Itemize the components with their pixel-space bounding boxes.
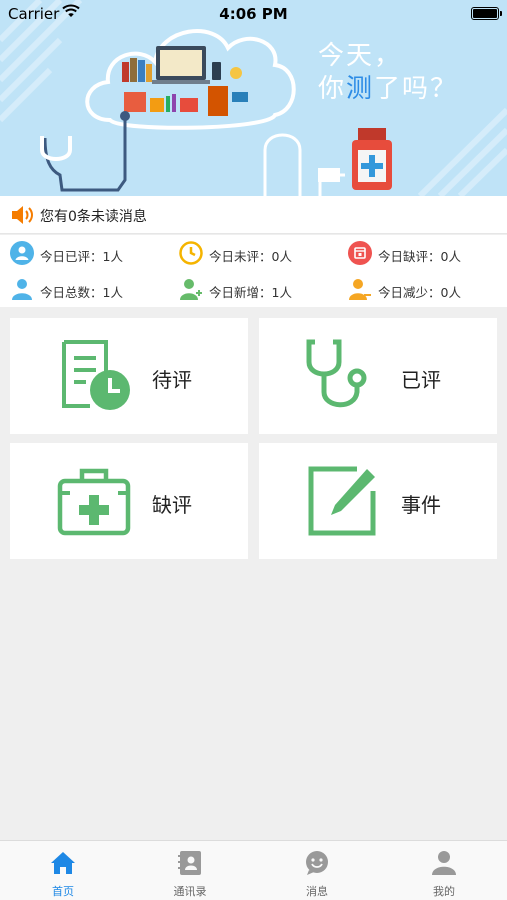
tile-missing[interactable]: 缺评 — [10, 443, 248, 559]
stat-added-label: 今日新增：1人 — [209, 285, 292, 300]
tile-missing-label: 缺评 — [152, 493, 192, 517]
banner-slogan-line1: 今天， — [318, 41, 403, 71]
tab-bar: 首页 通讯录 消息 我的 — [0, 840, 507, 900]
battery-icon — [471, 7, 502, 20]
tab-messages[interactable]: 消息 — [254, 841, 380, 900]
stat-missing-label: 今日缺评：0人 — [378, 249, 461, 264]
slogan-highlight: 测 — [346, 74, 375, 104]
status-bar: Carrier 4:06 PM — [0, 0, 507, 28]
contacts-icon — [178, 851, 201, 875]
user-check-icon — [10, 241, 34, 265]
person-add-icon — [180, 279, 202, 300]
slogan-suffix: 了吗？ — [374, 74, 459, 104]
tab-home[interactable]: 首页 — [0, 841, 126, 900]
tile-event[interactable]: 事件 — [259, 443, 497, 559]
stat-evaluated-label: 今日已评：1人 — [40, 249, 123, 264]
stat-removed-label: 今日减少：0人 — [378, 285, 461, 300]
document-clock-icon — [62, 340, 130, 410]
profile-icon — [432, 851, 456, 875]
tile-event-label: 事件 — [401, 493, 441, 517]
tab-messages-label: 消息 — [306, 885, 328, 898]
tile-pending-label: 待评 — [152, 368, 192, 392]
tab-home-label: 首页 — [52, 885, 74, 898]
clock-icon — [179, 241, 203, 265]
slogan-prefix: 你 — [318, 74, 347, 104]
banner: 今天， 你测了吗？ Carrier 4:06 PM — [0, 0, 507, 196]
tile-evaluated-label: 已评 — [401, 368, 441, 392]
chat-icon — [306, 851, 328, 875]
calendar-icon — [348, 241, 372, 265]
tab-profile-label: 我的 — [433, 885, 455, 898]
person-icon — [12, 279, 32, 300]
daily-stats: 今日已评：1人 今日未评：0人 今日缺评：0人 今日总数：1人 今日新增：1人 … — [0, 235, 507, 307]
home-icon — [51, 852, 75, 874]
stethoscope-icon — [306, 339, 367, 408]
speaker-icon — [10, 204, 34, 230]
stat-pending-label: 今日未评：0人 — [209, 249, 292, 264]
edit-icon — [308, 466, 376, 536]
unread-notice-text: 您有0条未读消息 — [40, 209, 147, 225]
unread-notice[interactable]: 您有0条未读消息 — [0, 196, 507, 234]
tile-evaluated[interactable]: 已评 — [259, 318, 497, 434]
banner-slogan-line2: 你测了吗？ — [318, 68, 458, 105]
tab-contacts[interactable]: 通讯录 — [127, 841, 253, 900]
stat-total-label: 今日总数：1人 — [40, 285, 123, 300]
tab-contacts-label: 通讯录 — [173, 885, 207, 898]
tab-profile[interactable]: 我的 — [381, 841, 507, 900]
tile-pending[interactable]: 待评 — [10, 318, 248, 434]
clock-label: 4:06 PM — [219, 5, 288, 23]
person-remove-icon — [349, 279, 371, 300]
medical-kit-icon — [57, 468, 131, 536]
